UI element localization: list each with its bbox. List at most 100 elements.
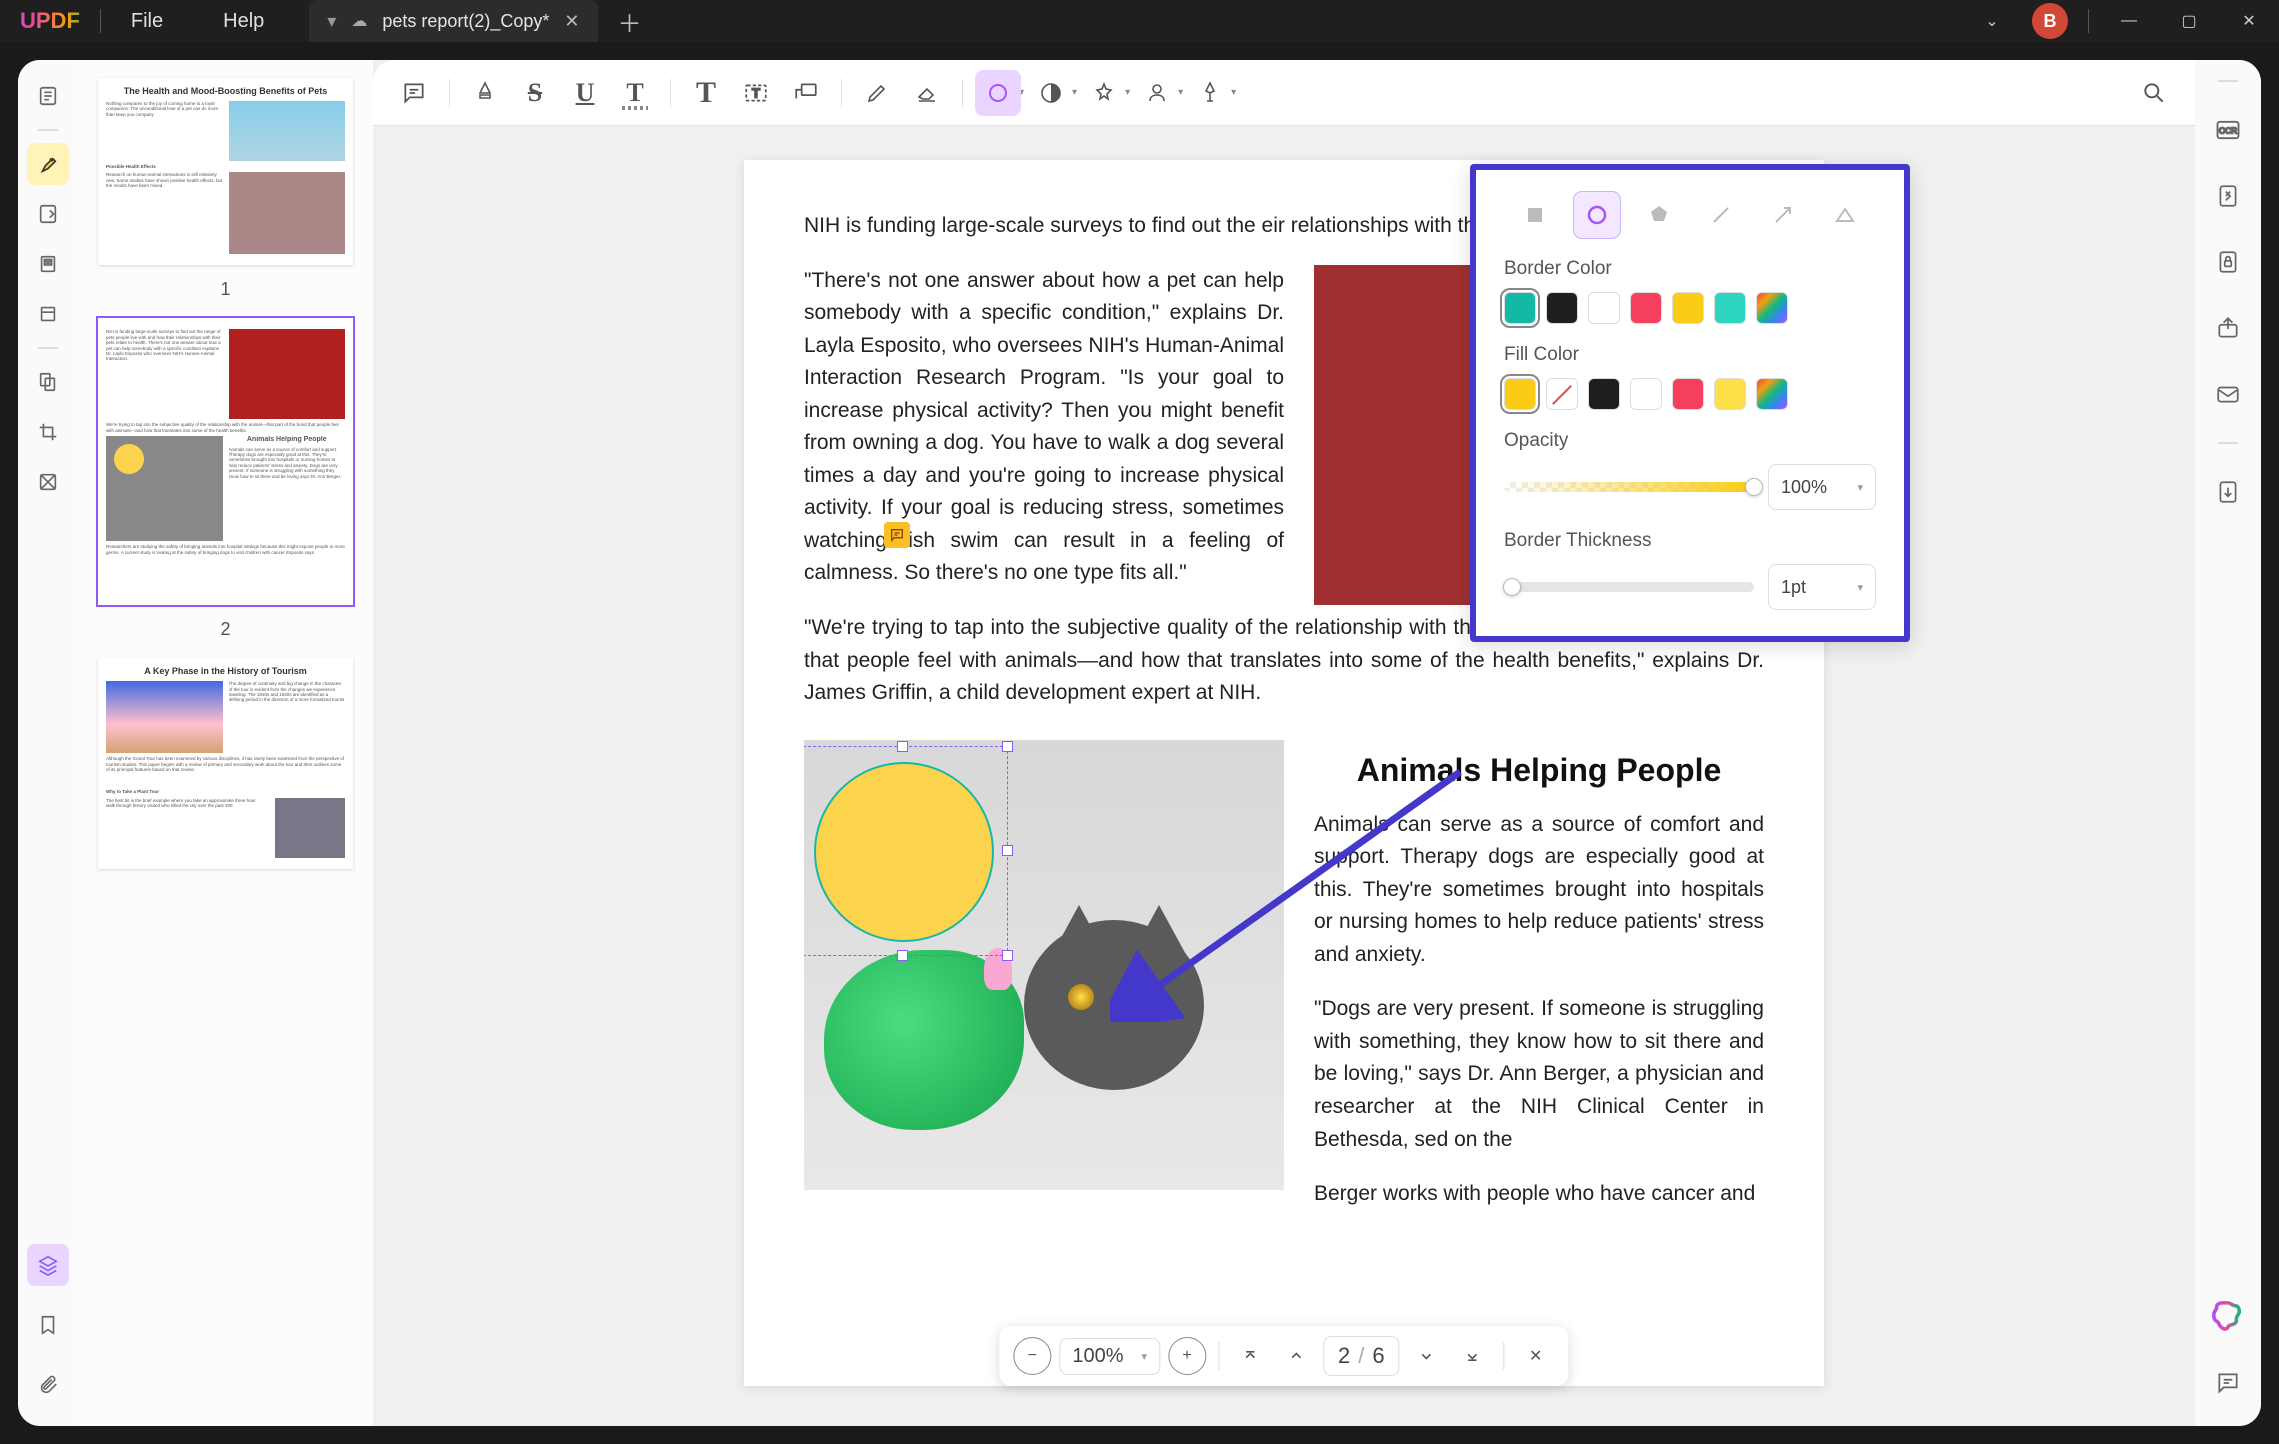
tab-menu-icon[interactable]: ▾ xyxy=(327,11,336,32)
ai-assistant-button[interactable] xyxy=(2210,1299,2246,1335)
thumbnail-page-3[interactable]: A Key Phase in the History of Tourism Th… xyxy=(98,658,353,868)
pen-tool-button[interactable] xyxy=(1187,70,1233,116)
oval-shape-button[interactable] xyxy=(1574,192,1620,238)
page-number-input[interactable]: 2/6 xyxy=(1323,1336,1400,1376)
shape-tool-button[interactable] xyxy=(975,70,1021,116)
share-button[interactable] xyxy=(2210,310,2246,346)
text-tool-button[interactable]: T xyxy=(683,70,729,116)
redact-tool-button[interactable] xyxy=(27,461,69,503)
prev-page-button[interactable] xyxy=(1277,1337,1315,1375)
menu-help[interactable]: Help xyxy=(193,10,294,33)
strikethrough-tool-button[interactable]: S xyxy=(512,70,558,116)
last-page-button[interactable] xyxy=(1454,1337,1492,1375)
menu-file[interactable]: File xyxy=(101,10,193,33)
new-tab-button[interactable]: ＋ xyxy=(598,4,662,39)
fill-color-yellow2[interactable] xyxy=(1714,378,1746,410)
opacity-slider[interactable] xyxy=(1504,482,1754,492)
reader-mode-button[interactable] xyxy=(27,75,69,117)
wave-shape-button[interactable] xyxy=(1822,192,1868,238)
left-sidebar xyxy=(18,60,78,1426)
cloud-icon: ☁ xyxy=(351,11,367,31)
border-color-swatches xyxy=(1504,292,1876,324)
zoom-out-button[interactable]: − xyxy=(1013,1337,1051,1375)
pencil-tool-button[interactable] xyxy=(854,70,900,116)
bookmark-button[interactable] xyxy=(27,1304,69,1346)
crop-tool-button[interactable] xyxy=(27,411,69,453)
thumbnail-page-1[interactable]: The Health and Mood-Boosting Benefits of… xyxy=(98,78,353,265)
organize-pages-button[interactable] xyxy=(27,361,69,403)
thickness-slider[interactable] xyxy=(1504,582,1754,592)
signature-tool-button[interactable] xyxy=(1134,70,1180,116)
export-button[interactable] xyxy=(2210,474,2246,510)
fill-color-none[interactable] xyxy=(1546,378,1578,410)
comments-panel-button[interactable] xyxy=(2210,1365,2246,1401)
fill-color-yellow[interactable] xyxy=(1504,378,1536,410)
titlebar-chevron-icon[interactable]: ⌄ xyxy=(1962,0,2022,42)
zoom-in-button[interactable]: + xyxy=(1168,1337,1206,1375)
arrow-shape-button[interactable] xyxy=(1760,192,1806,238)
tab-close-icon[interactable]: ✕ xyxy=(564,11,579,32)
fill-color-black[interactable] xyxy=(1588,378,1620,410)
shape-properties-panel: Border Color Fill Color Opacity 100%▾ Bo… xyxy=(1470,164,1910,642)
thumb-number-1: 1 xyxy=(98,279,353,300)
border-color-custom[interactable] xyxy=(1756,292,1788,324)
compress-button[interactable] xyxy=(2210,178,2246,214)
protect-button[interactable] xyxy=(2210,244,2246,280)
sticky-note-annotation[interactable] xyxy=(884,522,910,548)
user-avatar[interactable]: B xyxy=(2032,3,2068,39)
search-button[interactable] xyxy=(2131,70,2177,116)
heading: Animals Helping People xyxy=(1314,752,1764,789)
attachment-button[interactable] xyxy=(27,1364,69,1406)
thickness-value-dropdown[interactable]: 1pt▾ xyxy=(1768,564,1876,610)
fill-color-red[interactable] xyxy=(1672,378,1704,410)
border-color-teal[interactable] xyxy=(1504,292,1536,324)
document-tab[interactable]: ▾ ☁ pets report(2)_Copy* ✕ xyxy=(309,0,597,42)
sticker-tool-button[interactable] xyxy=(1081,70,1127,116)
page-tool-button[interactable] xyxy=(27,243,69,285)
highlight-tool-button[interactable] xyxy=(462,70,508,116)
maximize-button[interactable]: ▢ xyxy=(2159,0,2219,42)
first-page-button[interactable] xyxy=(1231,1337,1269,1375)
paragraph: "Dogs are very present. If someone is st… xyxy=(1314,993,1764,1156)
stamp-tool-button[interactable] xyxy=(1028,70,1074,116)
layers-button[interactable] xyxy=(27,1244,69,1286)
edit-tool-button[interactable] xyxy=(27,193,69,235)
page-image-cat xyxy=(804,740,1284,1190)
fill-color-custom[interactable] xyxy=(1756,378,1788,410)
border-color-black[interactable] xyxy=(1546,292,1578,324)
thumbnail-panel: The Health and Mood-Boosting Benefits of… xyxy=(78,60,373,1426)
form-tool-button[interactable] xyxy=(27,293,69,335)
thickness-label: Border Thickness xyxy=(1504,530,1876,552)
textbox-tool-button[interactable]: T xyxy=(733,70,779,116)
zoom-level-dropdown[interactable]: 100%▾ xyxy=(1059,1338,1160,1375)
note-tool-button[interactable] xyxy=(391,70,437,116)
squiggly-tool-button[interactable]: T xyxy=(612,70,658,116)
polygon-shape-button[interactable] xyxy=(1636,192,1682,238)
fill-color-white[interactable] xyxy=(1630,378,1662,410)
document-viewer: S U T T T ▾ ▾ ▾ ▾ ▾ xyxy=(373,60,2195,1426)
callout-tool-button[interactable] xyxy=(783,70,829,116)
next-page-button[interactable] xyxy=(1408,1337,1446,1375)
svg-text:T: T xyxy=(752,85,760,100)
border-color-yellow[interactable] xyxy=(1672,292,1704,324)
eraser-tool-button[interactable] xyxy=(904,70,950,116)
border-color-teal2[interactable] xyxy=(1714,292,1746,324)
opacity-label: Opacity xyxy=(1504,430,1876,452)
border-color-white[interactable] xyxy=(1588,292,1620,324)
shape-annotation-selection[interactable] xyxy=(804,746,1008,956)
opacity-value-dropdown[interactable]: 100%▾ xyxy=(1768,464,1876,510)
close-window-button[interactable]: ✕ xyxy=(2219,0,2279,42)
right-sidebar: OCR xyxy=(2195,60,2261,1426)
annotation-toolbar: S U T T T ▾ ▾ ▾ ▾ ▾ xyxy=(373,60,2195,126)
close-bar-button[interactable]: ✕ xyxy=(1517,1337,1555,1375)
comment-tool-button[interactable] xyxy=(27,143,69,185)
rectangle-shape-button[interactable] xyxy=(1512,192,1558,238)
line-shape-button[interactable] xyxy=(1698,192,1744,238)
thumbnail-page-2[interactable]: NIH is funding large-scale surveys to fi… xyxy=(98,318,353,605)
ocr-button[interactable]: OCR xyxy=(2210,112,2246,148)
minimize-button[interactable]: ― xyxy=(2099,0,2159,42)
email-button[interactable] xyxy=(2210,376,2246,412)
titlebar: UPDF File Help ▾ ☁ pets report(2)_Copy* … xyxy=(0,0,2279,42)
underline-tool-button[interactable]: U xyxy=(562,70,608,116)
border-color-red[interactable] xyxy=(1630,292,1662,324)
